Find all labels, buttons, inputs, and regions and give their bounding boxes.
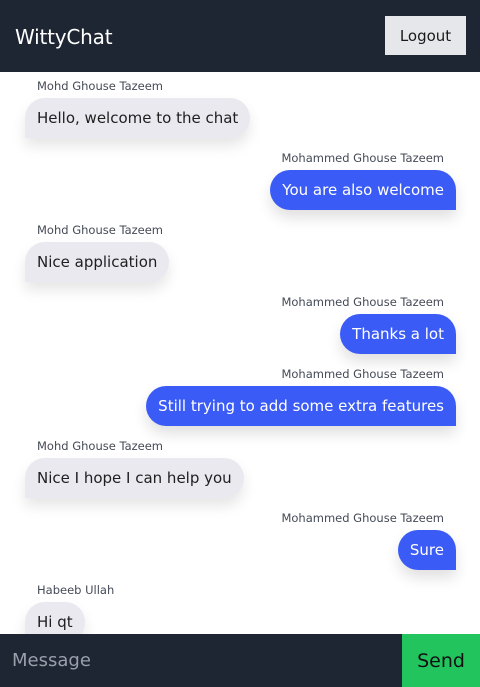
message-sender: Mohd Ghouse Tazeem xyxy=(37,439,164,453)
message-bubble: Nice I hope I can help you xyxy=(25,458,244,498)
message-bubble: Still trying to add some extra features xyxy=(146,386,456,426)
message-item: Mohd Ghouse Tazeem Nice application xyxy=(25,223,170,282)
message-input[interactable] xyxy=(0,634,402,687)
message-bubble: Thanks a lot xyxy=(340,314,456,354)
message-item: Mohammed Ghouse Tazeem Thanks a lot xyxy=(281,295,456,354)
message-bubble: Sure xyxy=(397,530,456,570)
message-bubble: Hello, welcome to the chat xyxy=(25,98,251,138)
message-sender: Mohammed Ghouse Tazeem xyxy=(281,295,444,309)
message-bubble: Nice application xyxy=(25,242,170,282)
message-item: Mohammed Ghouse Tazeem Sure xyxy=(281,511,456,570)
message-bubble: You are also welcome xyxy=(270,170,456,210)
message-sender: Mohammed Ghouse Tazeem xyxy=(281,151,444,165)
message-item: Mohd Ghouse Tazeem Nice I hope I can hel… xyxy=(25,439,244,498)
message-list[interactable]: Mohd Ghouse Tazeem Hello, welcome to the… xyxy=(0,72,480,634)
app-title: WittyChat xyxy=(15,25,113,49)
app-header: WittyChat Logout xyxy=(0,0,480,72)
message-sender: Mohd Ghouse Tazeem xyxy=(37,223,164,237)
message-item: Mohammed Ghouse Tazeem You are also welc… xyxy=(270,151,456,210)
message-composer: Send xyxy=(0,634,480,687)
message-sender: Mohammed Ghouse Tazeem xyxy=(281,511,444,525)
message-bubble: Hi qt xyxy=(25,602,85,634)
message-item: Mohammed Ghouse Tazeem Still trying to a… xyxy=(146,367,456,426)
message-item: Mohd Ghouse Tazeem Hello, welcome to the… xyxy=(25,79,251,138)
message-sender: Mohd Ghouse Tazeem xyxy=(37,79,164,93)
message-item: Habeeb Ullah Hi qt xyxy=(25,583,114,634)
logout-button[interactable]: Logout xyxy=(385,16,466,55)
message-sender: Mohammed Ghouse Tazeem xyxy=(281,367,444,381)
message-sender: Habeeb Ullah xyxy=(37,583,115,597)
send-button[interactable]: Send xyxy=(402,634,480,687)
